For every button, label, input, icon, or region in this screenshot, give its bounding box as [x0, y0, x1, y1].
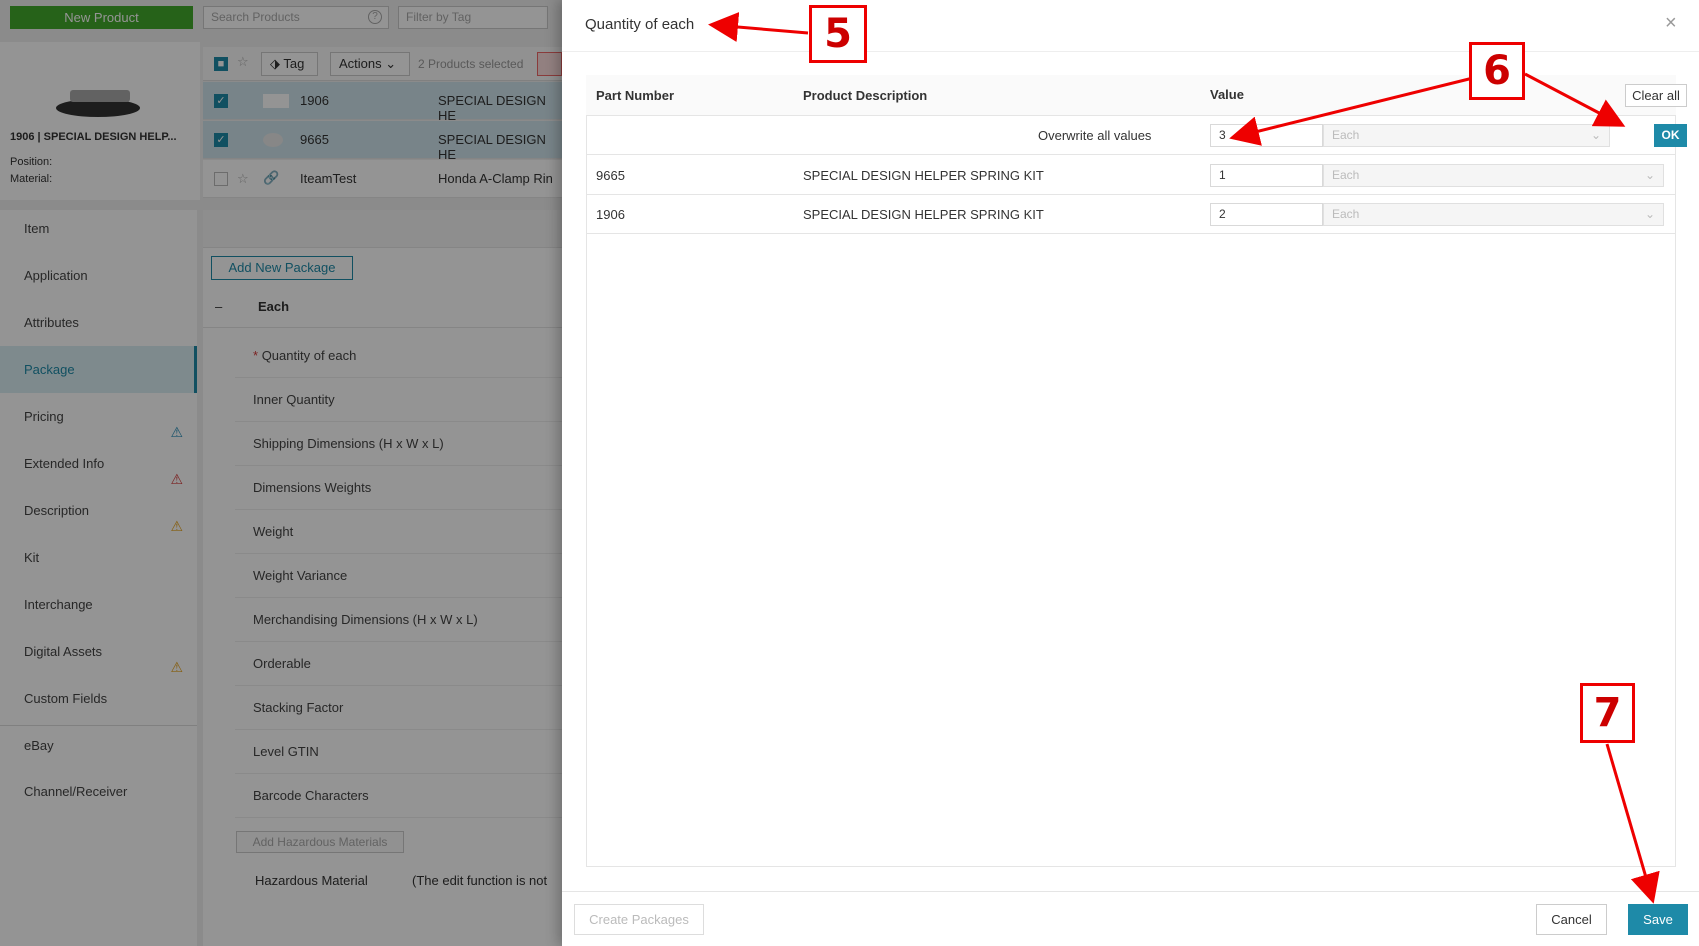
annotation-7: 7 [1580, 683, 1635, 743]
annotation-arrows [708, 12, 1660, 904]
arrow-6a [1229, 76, 1474, 146]
arrow-5 [708, 12, 809, 42]
arrow-7 [1605, 743, 1660, 904]
annotation-6: 6 [1469, 42, 1525, 100]
arrow-6b [1524, 72, 1626, 127]
annotation-5: 5 [809, 5, 867, 63]
